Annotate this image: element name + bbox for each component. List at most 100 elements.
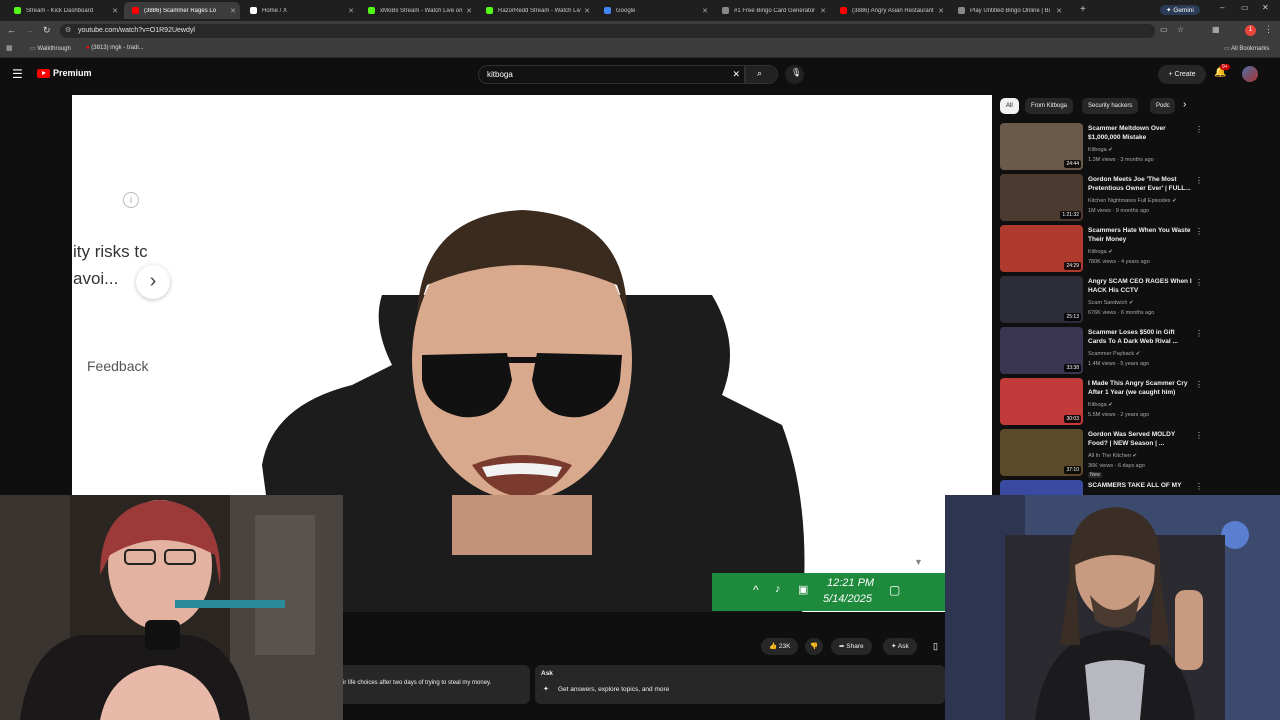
channel-name[interactable]: Kitboga ✔ bbox=[1088, 402, 1113, 408]
ask-panel[interactable]: Ask ✦ Get answers, explore topics, and m… bbox=[535, 665, 945, 704]
close-tab-icon[interactable]: ✕ bbox=[112, 7, 118, 15]
notifications-button[interactable]: 🔔 9+ bbox=[1214, 64, 1230, 78]
info-icon[interactable]: i bbox=[123, 192, 139, 208]
recommendation-item[interactable]: 24:44 Scammer Meltdown Over $1,000,000 Mi… bbox=[1000, 123, 1203, 171]
back-icon[interactable]: ← bbox=[7, 25, 16, 35]
browser-tab[interactable]: Stream - Kick Dashboard ✕ bbox=[6, 2, 122, 19]
hamburger-menu-icon[interactable]: ☰ bbox=[12, 67, 23, 81]
share-button[interactable]: ➦ Share bbox=[831, 638, 872, 655]
reload-icon[interactable]: ↻ bbox=[43, 25, 51, 36]
youtube-logo[interactable]: Premium bbox=[37, 68, 92, 78]
video-title[interactable]: SCAMMERS TAKE ALL OF MY bbox=[1088, 481, 1193, 490]
cast-icon[interactable]: ▭ bbox=[1160, 25, 1168, 34]
more-options-icon[interactable]: ⋮ bbox=[1195, 227, 1203, 236]
site-info-icon[interactable]: ⚙ bbox=[65, 24, 71, 38]
browser-tab[interactable]: #1 Free Bingo Card Generator ✕ bbox=[714, 2, 830, 19]
video-thumbnail[interactable]: 24:29 bbox=[1000, 225, 1083, 272]
browser-tab[interactable]: RazorRedd Stream - Watch Liv ✕ bbox=[478, 2, 594, 19]
video-thumbnail[interactable]: 30:03 bbox=[1000, 378, 1083, 425]
voice-search-button[interactable]: 🎙 bbox=[785, 65, 804, 84]
more-options-icon[interactable]: ⋮ bbox=[1195, 125, 1203, 134]
video-title[interactable]: Gordon Was Served MOLDY Food? | NEW Seas… bbox=[1088, 430, 1193, 448]
browser-tab[interactable]: (3886) Angry Asian Restaurant ✕ bbox=[832, 2, 948, 19]
feedback-link[interactable]: Feedback bbox=[87, 358, 148, 374]
video-title[interactable]: Scammer Meltdown Over $1,000,000 Mistake bbox=[1088, 124, 1193, 142]
chip-from-kitboga[interactable]: From Kitboga bbox=[1025, 98, 1074, 114]
bookmark-item[interactable]: ● (3813) mgk - tradi... bbox=[86, 45, 144, 51]
close-tab-icon[interactable]: ✕ bbox=[702, 7, 708, 15]
more-options-icon[interactable]: ⋮ bbox=[1195, 482, 1200, 491]
channel-name[interactable]: Kitboga ✔ bbox=[1088, 249, 1113, 255]
forward-icon[interactable]: → bbox=[25, 25, 34, 35]
profile-badge[interactable]: 1 bbox=[1245, 25, 1256, 36]
like-button[interactable]: 👍 23K bbox=[761, 638, 799, 655]
carousel-next-icon[interactable]: › bbox=[136, 265, 170, 299]
recommendation-item[interactable]: 33:38 Scammer Loses $500 in Gift Cards To… bbox=[1000, 327, 1203, 375]
browser-tab[interactable]: Play Untitled Bingo Online | Bi ✕ bbox=[950, 2, 1066, 19]
chip-podcasts[interactable]: Podc bbox=[1150, 98, 1175, 114]
recommendation-item[interactable]: SCAMMERS TAKE ALL OF MY ⋮ bbox=[1000, 480, 1200, 495]
close-tab-icon[interactable]: ✕ bbox=[230, 7, 236, 15]
close-tab-icon[interactable]: ✕ bbox=[348, 7, 354, 15]
dislike-button[interactable]: 👎 bbox=[805, 638, 824, 655]
ask-button[interactable]: ✦ Ask bbox=[883, 638, 917, 655]
video-title[interactable]: Scammer Loses $500 in Gift Cards To A Da… bbox=[1088, 328, 1193, 346]
url-bar[interactable]: ⚙ youtube.com/watch?v=O1R92Uewdyl bbox=[60, 24, 1155, 38]
more-options-icon[interactable]: ⋮ bbox=[1195, 329, 1203, 338]
channel-name[interactable]: All In The Kitchen ✔ bbox=[1088, 453, 1137, 459]
recommendation-item[interactable]: 24:29 Scammers Hate When You Waste Their … bbox=[1000, 225, 1203, 273]
close-tab-icon[interactable]: ✕ bbox=[938, 7, 944, 15]
close-tab-icon[interactable]: ✕ bbox=[1056, 7, 1062, 15]
maximize-button[interactable]: ▭ bbox=[1241, 3, 1249, 12]
extensions-icon[interactable]: ▦ bbox=[1212, 25, 1220, 34]
chip-all[interactable]: All bbox=[1000, 98, 1019, 114]
new-tab-button[interactable]: + bbox=[1080, 4, 1086, 15]
gemini-button[interactable]: ✦ Gemini bbox=[1160, 5, 1200, 15]
channel-name[interactable]: Kitchen Nightmares Full Episodes ✔ bbox=[1088, 198, 1177, 204]
all-bookmarks[interactable]: ▭ All Bookmarks bbox=[1224, 45, 1269, 52]
close-window-button[interactable]: ✕ bbox=[1262, 3, 1269, 12]
close-tab-icon[interactable]: ✕ bbox=[820, 7, 826, 15]
apps-icon[interactable]: ▦ bbox=[6, 44, 13, 52]
recommendation-item[interactable]: 25:13 Angry SCAM CEO RAGES When I HACK Hi… bbox=[1000, 276, 1203, 324]
minimize-button[interactable]: – bbox=[1220, 3, 1224, 12]
clear-search-icon[interactable]: ✕ bbox=[732, 66, 740, 83]
close-tab-icon[interactable]: ✕ bbox=[466, 7, 472, 15]
more-options-icon[interactable]: ⋮ bbox=[1195, 278, 1203, 287]
browser-tab[interactable]: Home / X ✕ bbox=[242, 2, 358, 19]
search-input[interactable]: kitboga ✕ bbox=[478, 65, 745, 84]
search-button[interactable]: ⌕ bbox=[745, 65, 778, 84]
video-title[interactable]: Angry SCAM CEO RAGES When I HACK His CCT… bbox=[1088, 277, 1193, 295]
recommendation-item[interactable]: 1:21:32 Gordon Meets Joe 'The Most Preten… bbox=[1000, 174, 1203, 222]
video-thumbnail[interactable]: 25:13 bbox=[1000, 276, 1083, 323]
more-options-icon[interactable]: ⋮ bbox=[1195, 431, 1203, 440]
save-icon[interactable]: ▯ bbox=[933, 641, 938, 652]
chip-security-hackers[interactable]: Security hackers bbox=[1082, 98, 1139, 114]
browser-tab[interactable]: Google ✕ bbox=[596, 2, 712, 19]
avatar[interactable] bbox=[1242, 66, 1258, 82]
more-options-icon[interactable]: ⋮ bbox=[1195, 380, 1203, 389]
chip-next-icon[interactable]: › bbox=[1183, 99, 1186, 110]
video-title[interactable]: Gordon Meets Joe 'The Most Pretentious O… bbox=[1088, 175, 1193, 193]
channel-name[interactable]: Scam Sandwich ✔ bbox=[1088, 300, 1134, 306]
video-thumbnail[interactable]: 37:10 bbox=[1000, 429, 1083, 476]
video-title[interactable]: I Made This Angry Scammer Cry After 1 Ye… bbox=[1088, 379, 1193, 397]
description-box[interactable]: ir life choices after two days of trying… bbox=[343, 665, 530, 704]
video-thumbnail[interactable]: 1:21:32 bbox=[1000, 174, 1083, 221]
channel-name[interactable]: Scammer Payback ✔ bbox=[1088, 351, 1140, 357]
video-thumbnail[interactable]: 33:38 bbox=[1000, 327, 1083, 374]
browser-tab[interactable]: xMoBx Stream - Watch Live on ✕ bbox=[360, 2, 476, 19]
channel-name[interactable]: Kitboga ✔ bbox=[1088, 147, 1113, 153]
video-thumbnail[interactable] bbox=[1000, 480, 1083, 495]
create-button[interactable]: + Create bbox=[1158, 65, 1206, 84]
close-tab-icon[interactable]: ✕ bbox=[584, 7, 590, 15]
video-title[interactable]: Scammers Hate When You Waste Their Money bbox=[1088, 226, 1193, 244]
video-thumbnail[interactable]: 24:44 bbox=[1000, 123, 1083, 170]
bookmark-star-icon[interactable]: ☆ bbox=[1177, 25, 1184, 34]
menu-kebab-icon[interactable]: ⋮ bbox=[1264, 24, 1273, 35]
recommendation-item[interactable]: 37:10 Gordon Was Served MOLDY Food? | NEW… bbox=[1000, 429, 1203, 478]
bookmark-item[interactable]: ▭ Walkthrough bbox=[30, 45, 71, 52]
recommendation-item[interactable]: 30:03 I Made This Angry Scammer Cry After… bbox=[1000, 378, 1203, 426]
browser-tab[interactable]: (3886) Scammer Rages Lo ✕ bbox=[124, 2, 240, 19]
more-options-icon[interactable]: ⋮ bbox=[1195, 176, 1203, 185]
